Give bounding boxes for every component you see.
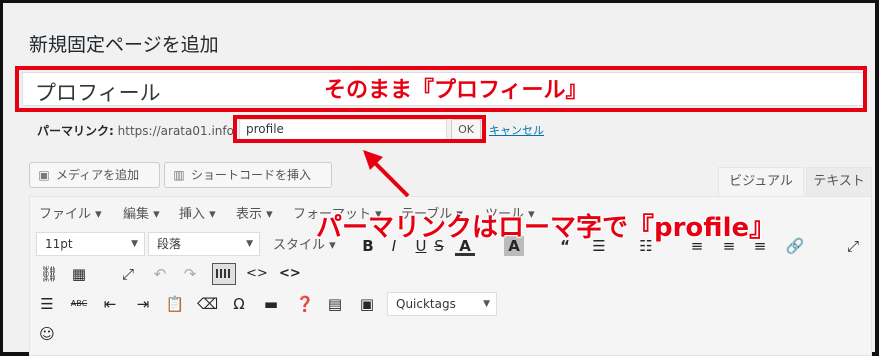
annotation-arrow bbox=[363, 150, 410, 198]
